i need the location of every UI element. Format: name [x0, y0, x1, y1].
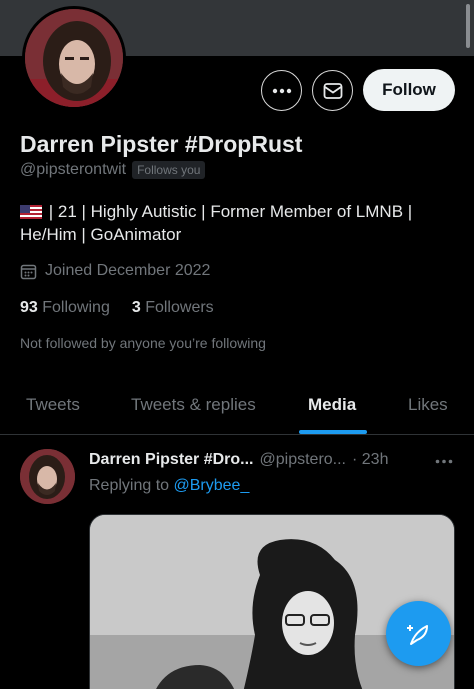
follows-you-badge: Follows you — [132, 161, 206, 179]
message-button[interactable] — [312, 70, 353, 111]
more-options-button[interactable] — [261, 70, 302, 111]
compose-tweet-icon — [406, 624, 428, 645]
compose-tweet-button[interactable] — [386, 601, 451, 666]
tab-tweets-replies[interactable]: Tweets & replies — [131, 395, 256, 415]
tweet-avatar[interactable] — [20, 449, 75, 504]
profile-tabs: Tweets Tweets & replies Media Likes — [0, 384, 474, 435]
replying-to-link[interactable]: @Brybee_ — [174, 477, 250, 494]
bio-text-line-2: He/Him | GoAnimator — [20, 225, 182, 244]
following-count: 93 — [20, 299, 38, 316]
bio-text-line-1: | 21 | Highly Autistic | Former Member o… — [48, 202, 413, 221]
profile-handle: @pipsterontwit — [20, 161, 127, 178]
tweet-author-name[interactable]: Darren Pipster #Dro... — [89, 451, 254, 469]
not-followed-notice: Not followed by anyone you’re following — [20, 335, 266, 351]
tweet-timestamp[interactable]: · 23h — [352, 451, 388, 469]
tab-likes[interactable]: Likes — [408, 395, 448, 415]
followers-stat[interactable]: 3 Followers — [132, 299, 214, 317]
avatar-image — [20, 449, 75, 504]
active-tab-indicator — [299, 430, 367, 434]
tweet-header: Darren Pipster #Dro... @pipstero... · 23… — [89, 451, 419, 469]
us-flag-icon — [20, 205, 42, 219]
joined-date-row: Joined December 2022 — [20, 262, 210, 280]
following-stat[interactable]: 93 Following — [20, 299, 110, 317]
tab-tweets[interactable]: Tweets — [26, 395, 80, 415]
replying-to-row: Replying to @Brybee_ — [89, 477, 249, 495]
envelope-icon — [323, 82, 342, 99]
tweet-media-image[interactable] — [89, 514, 455, 689]
profile-display-name: Darren Pipster #DropRust — [20, 131, 303, 157]
more-horizontal-icon — [272, 88, 291, 93]
replying-prefix: Replying to — [89, 477, 170, 494]
joined-date: Joined December 2022 — [45, 262, 211, 279]
profile-avatar[interactable] — [22, 6, 126, 110]
avatar-image — [25, 9, 123, 107]
tab-media[interactable]: Media — [308, 395, 356, 415]
calendar-icon — [20, 264, 37, 279]
follow-button[interactable]: Follow — [363, 69, 455, 111]
tweet-author-handle[interactable]: @pipstero... — [260, 451, 347, 469]
tweet-more-button[interactable] — [435, 448, 453, 469]
followers-count: 3 — [131, 299, 141, 316]
following-label: Following — [42, 299, 110, 316]
handle-row: @pipsterontwit Follows you — [20, 161, 206, 179]
follow-stats: 93 Following 3 Followers — [20, 299, 214, 317]
bio-line-1: | 21 | Highly Autistic | Former Member o… — [20, 200, 460, 223]
media-illustration — [90, 515, 454, 689]
profile-bio: | 21 | Highly Autistic | Former Member o… — [20, 200, 460, 246]
more-horizontal-icon — [435, 459, 453, 464]
followers-label: Followers — [145, 299, 214, 316]
scrollbar[interactable] — [466, 4, 470, 48]
